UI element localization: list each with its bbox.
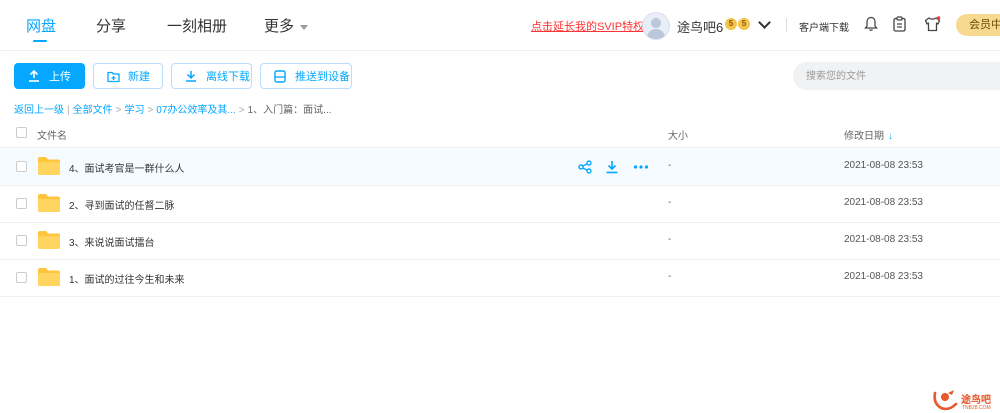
client-download-link[interactable]: 客户端下载 (799, 19, 849, 34)
avatar[interactable] (642, 12, 670, 40)
watermark-logo-icon (933, 390, 958, 411)
bell-icon[interactable] (864, 16, 878, 32)
file-row[interactable]: 3、来说说面试擂台 - 2021-08-08 23:53 (0, 222, 1000, 260)
breadcrumb-separator: > (115, 105, 122, 116)
file-row[interactable]: 2、寻到面试的任督二脉 - 2021-08-08 23:53 (0, 185, 1000, 223)
svip-badge-icon: 5 (738, 18, 750, 30)
offline-download-label: 离线下载 (206, 71, 250, 83)
nav-tab-share[interactable]: 分享 (96, 15, 126, 36)
file-list-header: 文件名 大小 修改日期 ↓ (0, 119, 1000, 148)
column-size-header[interactable]: 大小 (668, 127, 688, 142)
upload-icon (29, 70, 39, 82)
level-badge-icon: 5 (725, 18, 737, 30)
row-checkbox[interactable] (16, 272, 27, 283)
row-checkbox[interactable] (16, 198, 27, 209)
file-date: 2021-08-08 23:53 (844, 271, 923, 282)
tshirt-icon[interactable] (924, 16, 941, 32)
file-name[interactable]: 4、面试考官是一群什么人 (69, 160, 185, 175)
file-name[interactable]: 2、寻到面试的任督二脉 (69, 197, 175, 212)
watermark-text: 途鸟吧 (961, 395, 991, 406)
file-name[interactable]: 1、面试的过往今生和未来 (69, 271, 185, 286)
clipboard-icon[interactable] (893, 16, 906, 32)
row-checkbox[interactable] (16, 161, 27, 172)
chevron-down-icon[interactable] (758, 16, 771, 29)
breadcrumb-study[interactable]: 学习 (124, 105, 144, 116)
nav-active-indicator (33, 40, 47, 42)
file-date: 2021-08-08 23:53 (844, 197, 923, 208)
file-date: 2021-08-08 23:53 (844, 160, 923, 171)
more-icon[interactable] (633, 160, 649, 174)
select-all-checkbox[interactable] (16, 127, 27, 138)
breadcrumb-back-link[interactable]: 返回上一级 (14, 105, 64, 116)
share-icon[interactable] (578, 160, 592, 174)
push-to-device-button[interactable]: 推送到设备 (260, 63, 352, 89)
vip-center-button[interactable]: 会员中 (956, 14, 1000, 36)
row-actions (578, 159, 659, 174)
divider (786, 18, 787, 32)
file-size: - (668, 160, 672, 171)
file-size: - (668, 234, 672, 245)
column-name-header[interactable]: 文件名 (37, 127, 67, 142)
new-label: 新建 (128, 71, 150, 83)
search-input[interactable] (793, 62, 1000, 90)
file-date: 2021-08-08 23:53 (844, 234, 923, 245)
column-date-label: 修改日期 (844, 131, 884, 142)
sort-down-icon: ↓ (888, 131, 893, 142)
nav-more-label: 更多 (264, 18, 295, 35)
folder-icon (38, 231, 60, 249)
file-row[interactable]: 1、面试的过往今生和未来 - 2021-08-08 23:53 (0, 259, 1000, 297)
breadcrumb: 返回上一级 | 全部文件 > 学习 >07办公效率及其... >1、入门篇：面试... (14, 101, 332, 116)
new-button[interactable]: 新建 (93, 63, 163, 89)
breadcrumb-all-files[interactable]: 全部文件 (73, 105, 113, 116)
download-icon (186, 71, 196, 82)
svip-promo-link[interactable]: 点击延长我的SVIP特权 (531, 18, 644, 34)
breadcrumb-office[interactable]: 07办公效率及其... (156, 105, 235, 116)
watermark-subtext: TNB28.COM (962, 405, 991, 411)
push-to-device-label: 推送到设备 (295, 71, 350, 83)
upload-button[interactable]: 上传 (14, 63, 85, 89)
top-bar: 网盘 分享 一刻相册 更多 点击延长我的SVIP特权 途鸟吧6 5 5 客户端下… (0, 0, 1000, 51)
row-checkbox[interactable] (16, 235, 27, 246)
breadcrumb-separator: > (238, 105, 245, 116)
device-icon (274, 70, 286, 83)
breadcrumb-separator: | (67, 105, 70, 116)
file-name[interactable]: 3、来说说面试擂台 (69, 234, 155, 249)
caret-down-icon (300, 24, 309, 30)
folder-icon (38, 157, 60, 175)
column-date-header[interactable]: 修改日期 ↓ (844, 127, 893, 142)
download-icon[interactable] (605, 160, 619, 174)
username[interactable]: 途鸟吧6 (677, 17, 723, 36)
breadcrumb-current: 1、入门篇：面试... (247, 105, 332, 116)
file-size: - (668, 271, 672, 282)
file-row[interactable]: 4、面试考官是一群什么人 - 2021-08-08 23:53 (0, 148, 1000, 186)
nav-tab-more[interactable]: 更多 (264, 15, 309, 36)
breadcrumb-separator: > (147, 105, 154, 116)
new-folder-icon (107, 71, 120, 83)
upload-label: 上传 (49, 71, 71, 83)
folder-icon (38, 194, 60, 212)
file-size: - (668, 197, 672, 208)
offline-download-button[interactable]: 离线下载 (171, 63, 252, 89)
folder-icon (38, 268, 60, 286)
nav-tab-album[interactable]: 一刻相册 (167, 15, 227, 36)
nav-tab-netdisk[interactable]: 网盘 (26, 15, 56, 36)
